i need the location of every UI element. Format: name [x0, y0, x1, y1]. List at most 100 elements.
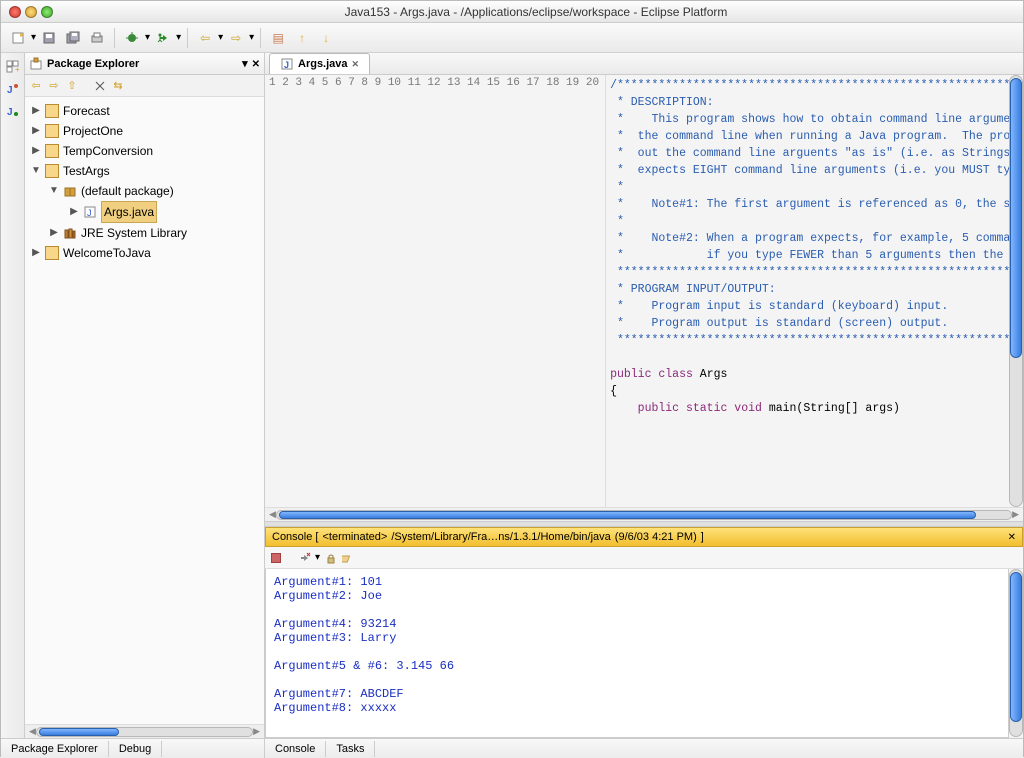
dropdown-arrow-icon[interactable]: ▾ [249, 32, 254, 44]
expand-icon[interactable]: ▶ [31, 141, 41, 161]
project-folder-icon [45, 124, 59, 138]
console-title-prefix: Console [ [272, 531, 318, 543]
close-view-icon[interactable]: ✕ [252, 58, 260, 70]
editor-tabs: J Args.java ✕ [265, 53, 1023, 75]
project-tempconversion[interactable]: ▶ TempConversion [27, 141, 262, 161]
file-args-java[interactable]: ▶ J Args.java [27, 201, 262, 223]
project-testargs[interactable]: ▼ TestArgs [27, 161, 262, 181]
perspective-bar: + J J [1, 53, 25, 738]
debug-icon[interactable] [121, 27, 143, 49]
open-perspective-icon[interactable]: + [5, 59, 21, 75]
dropdown-arrow-icon[interactable]: ▾ [145, 32, 150, 44]
footer: Package Explorer Debug Console Tasks [1, 738, 1023, 758]
toggle-icon[interactable]: ▤ [267, 27, 289, 49]
titlebar: Java153 - Args.java - /Applications/ecli… [1, 1, 1023, 23]
console-output[interactable]: Argument#1: 101 Argument#2: Joe Argument… [266, 569, 1008, 737]
dropdown-arrow-icon[interactable]: ▾ [218, 32, 223, 44]
svg-text:J: J [7, 85, 13, 96]
up-arrow-icon[interactable]: ↑ [291, 27, 313, 49]
console-timestamp: (9/6/03 4:21 PM) [615, 531, 697, 543]
console-v-scroll[interactable] [1009, 569, 1023, 737]
console-toolbar: ▾ [265, 547, 1023, 569]
editor-v-scroll[interactable] [1009, 75, 1023, 507]
console-status: <terminated> [322, 531, 387, 543]
collapse-all-icon[interactable] [93, 79, 107, 93]
expand-icon[interactable]: ▶ [31, 243, 41, 263]
library-icon [63, 226, 77, 240]
close-console-icon[interactable]: ✕ [1008, 532, 1016, 543]
tab-tasks[interactable]: Tasks [326, 741, 375, 757]
window: Java153 - Args.java - /Applications/ecli… [0, 0, 1024, 757]
content: + J J Package Explorer ▾ ✕ ⇦ ⇨ [1, 53, 1023, 738]
line-numbers: 1 2 3 4 5 6 7 8 9 10 11 12 13 14 15 16 1… [265, 75, 606, 507]
package-explorer-view: Package Explorer ▾ ✕ ⇦ ⇨ ⇧ ⇆ ▶ Forec [25, 53, 265, 738]
debug-perspective-icon[interactable]: J [5, 103, 21, 119]
nav-forward-icon[interactable]: ⇨ [225, 27, 247, 49]
expand-icon[interactable]: ▶ [31, 121, 41, 141]
collapse-icon[interactable]: ▼ [49, 181, 59, 201]
project-projectone[interactable]: ▶ ProjectOne [27, 121, 262, 141]
project-forecast[interactable]: ▶ Forecast [27, 101, 262, 121]
package-icon [63, 184, 77, 198]
run-icon[interactable] [152, 27, 174, 49]
expand-icon[interactable]: ▶ [31, 101, 41, 121]
new-icon[interactable] [7, 27, 29, 49]
clear-console-icon[interactable] [342, 551, 356, 565]
save-all-icon[interactable] [62, 27, 84, 49]
package-explorer-header: Package Explorer ▾ ✕ [25, 53, 264, 75]
svg-text:J: J [7, 107, 13, 118]
remove-terminated-icon[interactable] [297, 551, 311, 565]
package-explorer-toolbar: ⇦ ⇨ ⇧ ⇆ [25, 75, 264, 97]
editor-area: J Args.java ✕ 1 2 3 4 5 6 7 8 9 10 11 12… [265, 53, 1023, 738]
nav-back-icon[interactable]: ⇦ [194, 27, 216, 49]
view-menu-icon[interactable]: ▾ [242, 57, 248, 70]
jre-library[interactable]: ▶ JRE System Library [27, 223, 262, 243]
project-folder-icon [45, 164, 59, 178]
expand-icon[interactable]: ▶ [49, 223, 59, 243]
svg-text:+: + [15, 65, 20, 74]
tab-console[interactable]: Console [265, 741, 326, 757]
window-minimize-button[interactable] [25, 6, 37, 18]
tree-h-scroll[interactable]: ◀ ▶ [25, 724, 264, 738]
console-header: Console [<terminated> /System/Library/Fr… [265, 527, 1023, 547]
dropdown-arrow-icon[interactable]: ▾ [31, 32, 36, 44]
project-folder-icon [45, 144, 59, 158]
java-perspective-icon[interactable]: J [5, 81, 21, 97]
forward-icon[interactable]: ⇨ [47, 79, 61, 93]
package-tree[interactable]: ▶ Forecast ▶ ProjectOne ▶ TempConversion… [25, 97, 264, 724]
terminate-icon[interactable] [271, 553, 281, 563]
package-explorer-title: Package Explorer [47, 58, 139, 70]
editor: 1 2 3 4 5 6 7 8 9 10 11 12 13 14 15 16 1… [265, 75, 1023, 507]
package-explorer-icon [29, 57, 43, 71]
window-title: Java153 - Args.java - /Applications/ecli… [57, 5, 1015, 19]
left-bottom-tabs: Package Explorer Debug [1, 738, 265, 758]
default-package[interactable]: ▼ (default package) [27, 181, 262, 201]
dropdown-arrow-icon[interactable]: ▾ [176, 32, 181, 44]
tab-args-java[interactable]: J Args.java ✕ [269, 53, 370, 74]
tab-debug[interactable]: Debug [109, 741, 162, 757]
console-output-wrap: Argument#1: 101 Argument#2: Joe Argument… [265, 569, 1023, 738]
java-file-icon: J [280, 57, 294, 71]
tab-package-explorer[interactable]: Package Explorer [1, 741, 109, 757]
svg-text:J: J [284, 60, 289, 70]
expand-icon[interactable]: ▶ [69, 202, 79, 222]
down-arrow-icon[interactable]: ↓ [315, 27, 337, 49]
window-zoom-button[interactable] [41, 6, 53, 18]
back-icon[interactable]: ⇦ [29, 79, 43, 93]
console-title-suffix: ] [701, 531, 704, 543]
right-bottom-tabs: Console Tasks [265, 738, 1023, 758]
project-folder-icon [45, 246, 59, 260]
print-icon[interactable] [86, 27, 108, 49]
save-icon[interactable] [38, 27, 60, 49]
collapse-icon[interactable]: ▼ [31, 161, 41, 181]
code-area[interactable]: /***************************************… [606, 75, 1009, 507]
window-close-button[interactable] [9, 6, 21, 18]
project-welcometojava[interactable]: ▶ WelcomeToJava [27, 243, 262, 263]
scroll-lock-icon[interactable] [324, 551, 338, 565]
link-editor-icon[interactable]: ⇆ [111, 79, 125, 93]
svg-text:J: J [87, 208, 92, 218]
editor-h-scroll[interactable]: ◀ ▶ [265, 507, 1023, 521]
up-icon[interactable]: ⇧ [65, 79, 79, 93]
dropdown-arrow-icon[interactable]: ▾ [315, 552, 320, 564]
close-tab-icon[interactable]: ✕ [352, 59, 360, 70]
